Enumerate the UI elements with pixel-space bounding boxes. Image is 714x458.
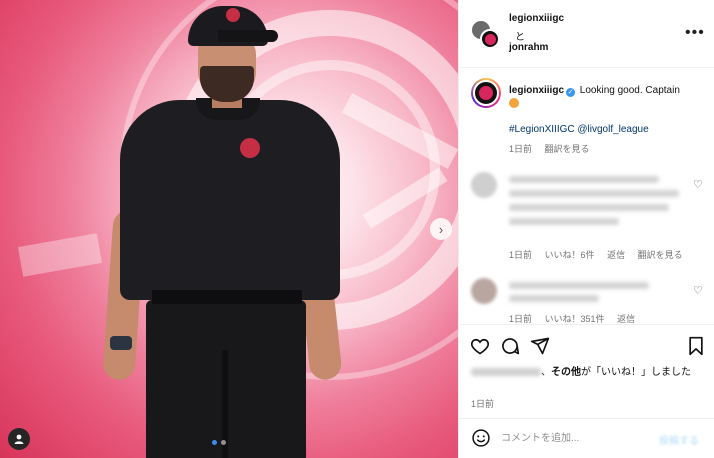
next-image-button[interactable]: › — [430, 218, 452, 240]
comment-input[interactable] — [501, 429, 651, 447]
likes-connector: 、 — [541, 367, 551, 378]
verified-badge-icon: ✓ — [566, 88, 576, 97]
comment-like-heart-icon[interactable]: ♡ — [693, 178, 703, 191]
translate-link[interactable]: 翻訳を見る — [638, 250, 683, 260]
belt — [152, 290, 302, 304]
translate-link[interactable]: 翻訳を見る — [545, 144, 590, 154]
chevron-right-icon: › — [438, 221, 444, 237]
caption-time: 1日前 — [509, 144, 533, 154]
more-horizontal-icon[interactable]: ••• — [685, 24, 705, 42]
comment-icon[interactable] — [499, 335, 521, 357]
caption-meta: 1日前 翻訳を見る — [509, 142, 600, 155]
cap-logo — [226, 8, 240, 22]
username-link[interactable]: jonrahm — [509, 42, 548, 53]
caption-avatar[interactable] — [471, 78, 501, 108]
comment-likes[interactable]: いいね！6件 — [545, 250, 595, 260]
comment-text-blurred — [509, 218, 619, 225]
action-bar — [459, 324, 714, 364]
reply-link[interactable]: 返信 — [607, 250, 625, 260]
caption-text: Looking good. Captain — [579, 85, 680, 96]
heart-icon[interactable] — [469, 335, 491, 357]
post-header: legionxiiigc と jonrahm ••• — [459, 0, 714, 68]
post-side-panel: legionxiiigc と jonrahm ••• legionxiiigc ✓… — [458, 0, 714, 458]
golfer-figure — [0, 0, 458, 458]
golf-emoji-icon — [509, 98, 519, 108]
legion-logo-icon — [479, 86, 493, 100]
comment-text-blurred — [509, 282, 649, 289]
likes-others-link[interactable]: その他 — [551, 367, 581, 378]
comment-text-blurred — [509, 295, 599, 302]
post-date: 1日前 — [471, 399, 495, 409]
wrist-watch — [110, 336, 132, 350]
caption-hashtags[interactable]: #LegionXIIIGC @livgolf_league — [509, 124, 649, 135]
tagged-users-button[interactable] — [8, 428, 30, 450]
carousel-indicator — [212, 440, 226, 445]
comment-text-blurred — [509, 190, 679, 197]
caption-text-line: legionxiiigc ✓ Looking good. Captain — [509, 84, 709, 112]
likes-suffix: が「いいね！」しました — [581, 367, 691, 378]
emoji-smile-icon[interactable] — [471, 428, 491, 448]
add-comment-bar: 投稿する — [459, 418, 714, 458]
comment-time: 1日前 — [509, 250, 533, 260]
black-polo-shirt — [120, 100, 340, 300]
legion-logo-icon — [484, 33, 496, 45]
comment-likes[interactable]: いいね！351件 — [545, 314, 605, 324]
commenter-avatar[interactable] — [471, 172, 497, 198]
cap-bill — [218, 30, 278, 42]
carousel-dot-active — [212, 440, 217, 445]
instagram-post-view: › legionxiiigc と jonrahm ••• legionxiiig… — [0, 0, 714, 458]
commenter-avatar[interactable] — [471, 278, 497, 304]
bookmark-icon[interactable] — [685, 335, 707, 357]
collab-avatars[interactable] — [471, 20, 501, 50]
liker-name-blurred[interactable] — [471, 368, 541, 376]
beard — [200, 66, 254, 102]
username-link[interactable]: legionxiiigc — [509, 13, 564, 24]
team-chest-logo — [240, 138, 260, 158]
comment-meta: 1日前 いいね！6件 返信 翻訳を見る — [509, 248, 693, 261]
likes-summary: 、その他が「いいね！」しました — [471, 366, 707, 380]
comment-item: ♡ 1日前 いいね！6件 返信 翻訳を見る — [471, 172, 705, 262]
comment-text-blurred — [509, 204, 669, 211]
post-comment-button[interactable]: 投稿する — [659, 432, 699, 447]
comment-time: 1日前 — [509, 314, 533, 324]
avatar-legionxiiigc[interactable] — [480, 29, 500, 49]
comment-item: ♡ 1日前 いいね！351件 返信 — [471, 278, 705, 324]
send-icon[interactable] — [529, 335, 551, 357]
comment-text-blurred — [509, 176, 659, 183]
comment-like-heart-icon[interactable]: ♡ — [693, 284, 703, 297]
user-icon — [14, 434, 24, 444]
caption-username[interactable]: legionxiiigc — [509, 85, 564, 96]
carousel-dot — [221, 440, 226, 445]
post-photo[interactable]: › — [0, 0, 458, 458]
collab-connector: と — [515, 32, 525, 43]
reply-link[interactable]: 返信 — [617, 314, 635, 324]
